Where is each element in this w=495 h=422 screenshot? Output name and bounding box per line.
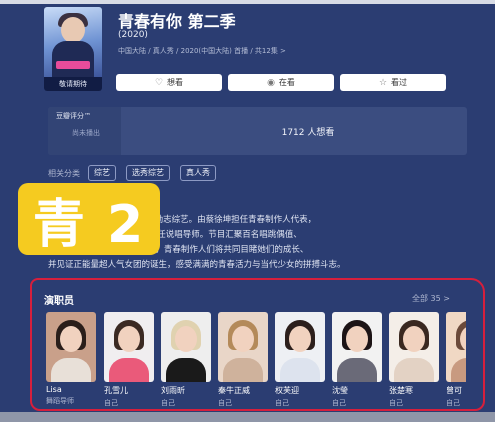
play-icon: ◉ — [267, 77, 275, 88]
cast-role: 自己 — [446, 399, 460, 407]
cast-photo — [218, 312, 268, 382]
cast-photo-clothes — [280, 358, 320, 382]
summary-line-4: 并见证正能量超人气女团的诞生，感受满满的青春活力与当代少女的拼搏斗志。 — [48, 260, 346, 270]
rating-value: 尚未播出 — [72, 129, 100, 137]
want-count: 1712 人想看 — [281, 128, 335, 138]
rating-panel: 豆瓣评分™ 尚未播出 1712 人想看 — [48, 107, 467, 155]
cast-name: 权芙迎 — [275, 386, 299, 395]
cast-member[interactable]: 孔雪儿 自己 — [104, 312, 154, 408]
show-meta[interactable]: 中国大陆 / 真人秀 / 2020(中国大陆) 首播 / 共12集 > — [118, 46, 286, 56]
cast-photo-face — [175, 326, 197, 352]
show-year: (2020) — [118, 30, 148, 40]
cast-photo — [332, 312, 382, 382]
cast-photo-clothes — [394, 358, 434, 382]
cast-name: 孔雪儿 — [104, 386, 128, 395]
cast-name: 秦牛正威 — [218, 386, 250, 395]
rating-label: 豆瓣评分™ — [56, 112, 91, 120]
tag-variety[interactable]: 综艺 — [88, 165, 116, 181]
cast-name: 沈瑩 — [332, 386, 348, 395]
watching-label: 在看 — [278, 78, 295, 87]
tag-talent-show[interactable]: 选秀综艺 — [126, 165, 170, 181]
cast-photo — [275, 312, 325, 382]
cast-photo-face — [232, 326, 254, 352]
cast-photo-clothes — [51, 358, 91, 382]
watching-button[interactable]: ◉ 在看 — [228, 74, 334, 91]
cast-photo-face — [60, 326, 82, 352]
cast-name: 曾可 — [446, 386, 462, 395]
overlay-badge: 青 2 — [18, 183, 160, 255]
cast-role: 自己 — [104, 399, 118, 407]
top-bar — [0, 0, 495, 4]
tag-reality-show[interactable]: 真人秀 — [180, 165, 216, 181]
cast-photo — [446, 312, 466, 382]
cast-member[interactable]: 沈瑩 自己 — [332, 312, 382, 408]
cast-name: Lisa — [46, 385, 62, 394]
want-to-watch-button[interactable]: ♡ 想看 — [116, 74, 222, 91]
star-icon: ☆ — [378, 77, 388, 88]
want-to-watch-label: 想看 — [167, 78, 184, 87]
cast-member[interactable]: 张楚寒 自己 — [389, 312, 439, 408]
cast-name: 刘雨昕 — [161, 386, 185, 395]
cast-role: 舞蹈导师 — [46, 397, 74, 405]
cast-role: 自己 — [161, 399, 175, 407]
cast-photo-face — [403, 326, 425, 352]
heart-icon: ♡ — [154, 77, 164, 88]
cast-photo-clothes — [166, 358, 206, 382]
cast-member[interactable]: 刘雨昕 自己 — [161, 312, 211, 408]
cast-role: 自己 — [275, 399, 289, 407]
cast-photo — [104, 312, 154, 382]
cast-all-link[interactable]: 全部 35 > — [412, 293, 450, 304]
related-categories-label: 相关分类 — [48, 169, 80, 178]
cast-photo-face — [118, 326, 140, 352]
rating-score-box: 豆瓣评分™ 尚未播出 — [48, 107, 121, 155]
cast-photo-clothes — [223, 358, 263, 382]
cast-photo — [389, 312, 439, 382]
cast-role: 自己 — [332, 399, 346, 407]
watched-label: 看过 — [391, 78, 408, 87]
watched-button[interactable]: ☆ 看过 — [340, 74, 446, 91]
cast-photo-clothes — [337, 358, 377, 382]
poster-figure-head — [61, 17, 85, 43]
bottom-strip — [0, 412, 495, 422]
poster-caption: 敬请期待 — [44, 77, 102, 91]
cast-role: 自己 — [218, 399, 232, 407]
cast-member[interactable]: 曾可 自己 — [446, 312, 466, 408]
cast-photo-face — [346, 326, 368, 352]
cast-title: 演职员 — [44, 296, 74, 307]
show-title: 青春有你 第二季 — [118, 12, 236, 31]
cast-member[interactable]: 秦牛正威 自己 — [218, 312, 268, 408]
cast-photo-clothes — [451, 358, 466, 382]
cast-member[interactable]: Lisa 舞蹈导师 — [46, 312, 96, 406]
cast-member[interactable]: 权芙迎 自己 — [275, 312, 325, 408]
cast-photo — [161, 312, 211, 382]
poster-logo — [56, 61, 90, 69]
cast-name: 张楚寒 — [389, 386, 413, 395]
cast-role: 自己 — [389, 399, 403, 407]
show-poster[interactable]: 敬请期待 — [44, 7, 102, 91]
cast-photo — [46, 312, 96, 382]
cast-photo-face — [289, 326, 311, 352]
cast-photo-clothes — [109, 358, 149, 382]
